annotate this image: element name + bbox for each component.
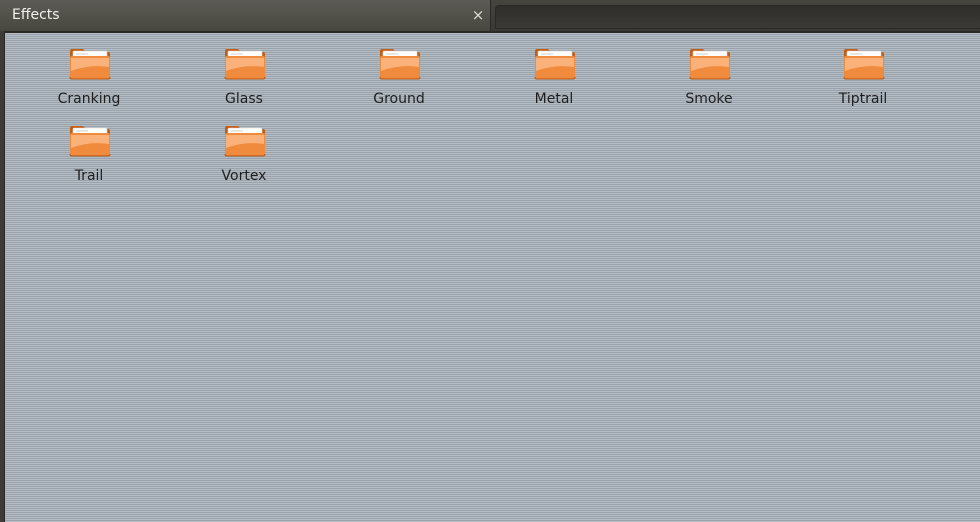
tab-effects[interactable]: Effects × xyxy=(0,0,491,31)
folder-label: Ground xyxy=(373,91,425,107)
folder-label: Metal xyxy=(534,91,574,107)
folder-item-ground[interactable]: Ground xyxy=(344,35,454,107)
folder-label: Cranking xyxy=(57,91,121,107)
folder-item-vortex[interactable]: Vortex xyxy=(189,112,299,184)
file-browser-window: Effects × Cranking Glass Ground Metal Sm… xyxy=(0,0,980,522)
folder-item-trail[interactable]: Trail xyxy=(34,112,144,184)
close-icon[interactable]: × xyxy=(469,6,487,24)
folder-item-cranking[interactable]: Cranking xyxy=(34,35,144,107)
folder-view[interactable]: Cranking Glass Ground Metal Smoke Tiptra… xyxy=(4,31,980,522)
folder-label: Trail xyxy=(74,168,104,184)
empty-tab-area xyxy=(495,5,980,29)
folder-icon xyxy=(224,126,266,157)
tab-bar: Effects × xyxy=(0,0,980,31)
folder-label: Tiptrail xyxy=(838,91,888,107)
folder-item-glass[interactable]: Glass xyxy=(189,35,299,107)
folder-label: Smoke xyxy=(685,91,733,107)
folder-icon xyxy=(843,49,885,80)
folder-item-smoke[interactable]: Smoke xyxy=(654,35,764,107)
folder-label: Vortex xyxy=(221,168,267,184)
folder-icon xyxy=(69,126,111,157)
folder-icon xyxy=(689,49,731,80)
folder-label: Glass xyxy=(225,91,263,107)
folder-item-tiptrail[interactable]: Tiptrail xyxy=(808,35,918,107)
folder-icon xyxy=(69,49,111,80)
folder-icon xyxy=(534,49,576,80)
tab-title: Effects xyxy=(12,7,60,23)
folder-icon xyxy=(379,49,421,80)
folder-item-metal[interactable]: Metal xyxy=(499,35,609,107)
folder-icon xyxy=(224,49,266,80)
